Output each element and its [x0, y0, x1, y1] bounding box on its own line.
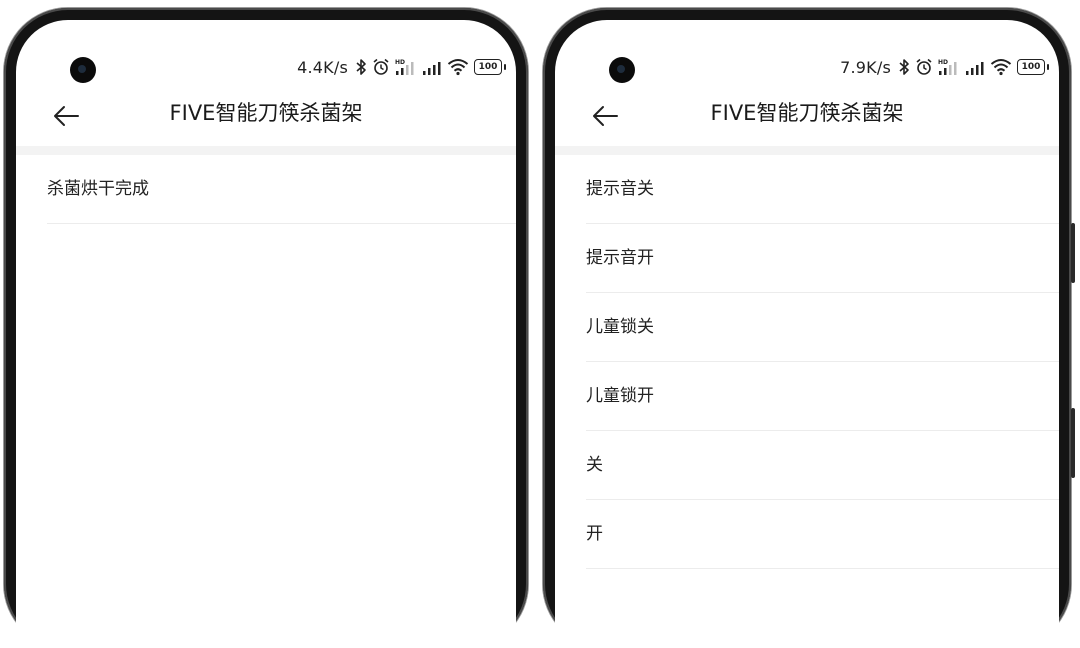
network-speed: 7.9K/s [840, 57, 891, 77]
list-item[interactable]: 儿童锁关 [555, 293, 1059, 362]
front-camera [70, 57, 96, 83]
cellular-signal-icon [965, 58, 985, 76]
list-item-label: 儿童锁关 [586, 317, 654, 337]
front-camera [609, 57, 635, 83]
page-title: FIVE智能刀筷杀菌架 [169, 101, 363, 125]
status-icons: 7.9K/s HD 100 [840, 56, 1049, 78]
message-list: 杀菌烘干完成 [16, 155, 516, 224]
page-title: FIVE智能刀筷杀菌架 [710, 101, 904, 125]
power-button [1071, 408, 1075, 478]
battery-icon: 100 [474, 59, 506, 75]
hd-label: HD [938, 59, 948, 66]
cellular-signal-hd-icon: HD [938, 58, 960, 76]
command-list: 提示音关 提示音开 儿童锁关 儿童锁开 关 开 [555, 155, 1059, 569]
list-item[interactable]: 儿童锁开 [555, 362, 1059, 431]
bluetooth-icon [355, 58, 367, 76]
app-header: FIVE智能刀筷杀菌架 [16, 88, 516, 148]
wifi-icon [990, 58, 1012, 76]
phone-screen-left: 4.4K/s HD 100 FIVE智能刀筷杀菌架 杀菌烘干完成 [16, 20, 516, 648]
header-divider [16, 146, 516, 155]
list-separator [47, 223, 516, 224]
volume-button [1071, 223, 1075, 283]
cellular-signal-hd-icon: HD [395, 58, 417, 76]
status-icons: 4.4K/s HD 100 [297, 56, 506, 78]
list-item-label: 提示音关 [586, 179, 654, 199]
list-item-label: 开 [586, 524, 603, 544]
list-item-label: 杀菌烘干完成 [47, 179, 149, 199]
wifi-icon [447, 58, 469, 76]
list-item-label: 提示音开 [586, 248, 654, 268]
cellular-signal-icon [422, 58, 442, 76]
list-item[interactable]: 提示音关 [555, 155, 1059, 224]
network-speed: 4.4K/s [297, 57, 348, 77]
alarm-icon [915, 58, 933, 76]
list-item[interactable]: 杀菌烘干完成 [16, 155, 516, 224]
phone-frame-right: 7.9K/s HD 100 FIVE智能刀筷杀菌架 提示音关 提示音开 儿童锁关… [543, 8, 1075, 648]
phone-screen-right: 7.9K/s HD 100 FIVE智能刀筷杀菌架 提示音关 提示音开 儿童锁关… [555, 20, 1059, 648]
list-item[interactable]: 开 [555, 500, 1059, 569]
hd-label: HD [395, 59, 405, 66]
list-item[interactable]: 关 [555, 431, 1059, 500]
bluetooth-icon [898, 58, 910, 76]
alarm-icon [372, 58, 390, 76]
app-header: FIVE智能刀筷杀菌架 [555, 88, 1059, 148]
header-divider [555, 146, 1059, 155]
list-item-label: 关 [586, 455, 603, 475]
list-item-label: 儿童锁开 [586, 386, 654, 406]
list-separator [586, 568, 1059, 569]
list-item[interactable]: 提示音开 [555, 224, 1059, 293]
battery-icon: 100 [1017, 59, 1049, 75]
phone-frame-left: 4.4K/s HD 100 FIVE智能刀筷杀菌架 杀菌烘干完成 [4, 8, 528, 648]
